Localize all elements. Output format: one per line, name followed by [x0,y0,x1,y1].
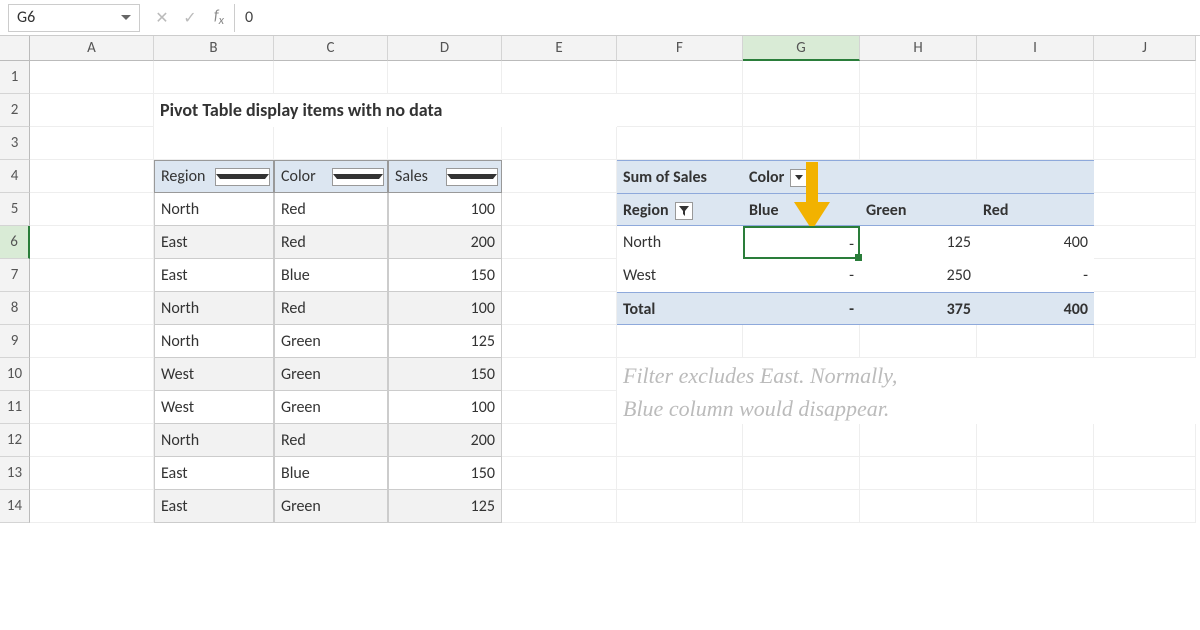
table-cell[interactable]: 100 [388,391,502,424]
col-header[interactable]: C [274,36,388,61]
table-cell[interactable]: Blue [274,259,388,292]
table-cell[interactable]: 150 [388,259,502,292]
chevron-down-icon [447,174,498,179]
row-header[interactable]: 1 [0,61,30,94]
filter-active-button[interactable] [675,202,693,220]
table-cell[interactable]: 150 [388,358,502,391]
row-header[interactable]: 2 [0,94,30,127]
arrow-down-icon [790,156,834,236]
active-cell[interactable]: - [743,226,860,259]
row-header[interactable]: 13 [0,457,30,490]
table-header[interactable]: Color [274,160,388,193]
fx-icon[interactable]: fx [204,7,234,28]
table-cell[interactable]: 125 [388,490,502,523]
row-header[interactable]: 4 [0,160,30,193]
col-header[interactable]: E [502,36,617,61]
spreadsheet-grid[interactable]: A B C D E F G H I J 1 2 Pivot Table disp… [0,36,1200,523]
table-cell[interactable]: North [154,292,274,325]
pivot-total[interactable]: 375 [860,292,977,325]
col-header[interactable]: D [388,36,502,61]
cancel-formula-button[interactable]: ✕ [148,8,176,28]
table-cell[interactable]: West [154,391,274,424]
table-cell[interactable]: East [154,226,274,259]
fill-handle[interactable] [855,254,862,261]
row-header[interactable]: 10 [0,358,30,391]
pivot-cell[interactable]: - [977,259,1094,292]
pivot-row-name[interactable]: West [617,259,743,292]
table-cell[interactable]: Red [274,424,388,457]
table-cell[interactable]: Red [274,292,388,325]
row-header[interactable]: 5 [0,193,30,226]
select-all-corner[interactable] [0,36,30,61]
row-header[interactable]: 12 [0,424,30,457]
name-box[interactable]: G6 [8,4,140,32]
table-header[interactable]: Region [154,160,274,193]
pivot-cell[interactable]: 250 [860,259,977,292]
pivot-cell[interactable]: 125 [860,226,977,259]
funnel-icon [678,205,690,217]
annotation-text: Filter excludes East. Normally, [617,358,1196,391]
pivot-cell[interactable]: - [743,259,860,292]
filter-button[interactable] [446,168,499,186]
table-cell[interactable]: West [154,358,274,391]
col-header[interactable]: J [1094,36,1196,61]
table-cell[interactable]: East [154,490,274,523]
pivot-cell[interactable] [860,160,977,193]
row-header[interactable]: 6 [0,226,30,259]
filter-button[interactable] [332,168,385,186]
table-cell[interactable]: North [154,424,274,457]
formula-input[interactable]: 0 [234,4,1200,32]
table-cell[interactable]: North [154,193,274,226]
table-cell[interactable]: 100 [388,292,502,325]
table-cell[interactable]: 200 [388,226,502,259]
pivot-col[interactable]: Red [977,193,1094,226]
table-cell[interactable]: Green [274,325,388,358]
filter-button[interactable] [215,168,271,186]
pivot-row-label[interactable]: Region [617,193,743,226]
table-cell[interactable]: 100 [388,193,502,226]
pivot-cell[interactable]: 400 [977,226,1094,259]
chevron-down-icon [216,174,270,179]
table-cell[interactable]: East [154,259,274,292]
pivot-total-label[interactable]: Total [617,292,743,325]
pivot-total[interactable]: 400 [977,292,1094,325]
enter-formula-button[interactable]: ✓ [176,8,204,28]
col-header[interactable]: I [977,36,1094,61]
pivot-value-label[interactable]: Sum of Sales [617,160,743,193]
chevron-down-icon [333,174,384,179]
table-header[interactable]: Sales [388,160,502,193]
table-cell[interactable]: Blue [274,457,388,490]
table-cell[interactable]: Green [274,490,388,523]
row-header[interactable]: 9 [0,325,30,358]
table-cell[interactable]: Green [274,391,388,424]
col-header[interactable]: B [154,36,274,61]
table-cell[interactable]: East [154,457,274,490]
pivot-col[interactable]: Green [860,193,977,226]
row-header[interactable]: 7 [0,259,30,292]
col-header[interactable]: H [860,36,977,61]
table-cell[interactable]: North [154,325,274,358]
table-cell[interactable]: Green [274,358,388,391]
annotation-text: Blue column would disappear. [617,391,1196,424]
table-cell[interactable]: 125 [388,325,502,358]
col-header[interactable]: G [743,36,860,61]
formula-bar: G6 ✕ ✓ fx 0 [0,0,1200,36]
chevron-down-icon[interactable] [121,15,131,20]
row-header[interactable]: 11 [0,391,30,424]
row-header[interactable]: 3 [0,127,30,160]
row-header[interactable]: 8 [0,292,30,325]
col-header[interactable]: A [30,36,154,61]
col-header[interactable]: F [617,36,743,61]
page-title: Pivot Table display items with no data [154,94,617,127]
name-box-value: G6 [17,8,121,27]
table-cell[interactable]: Red [274,193,388,226]
table-cell[interactable]: Red [274,226,388,259]
pivot-total[interactable]: - [743,292,860,325]
table-cell[interactable]: 150 [388,457,502,490]
row-header[interactable]: 14 [0,490,30,523]
table-cell[interactable]: 200 [388,424,502,457]
pivot-row-name[interactable]: North [617,226,743,259]
pivot-cell[interactable] [977,160,1094,193]
